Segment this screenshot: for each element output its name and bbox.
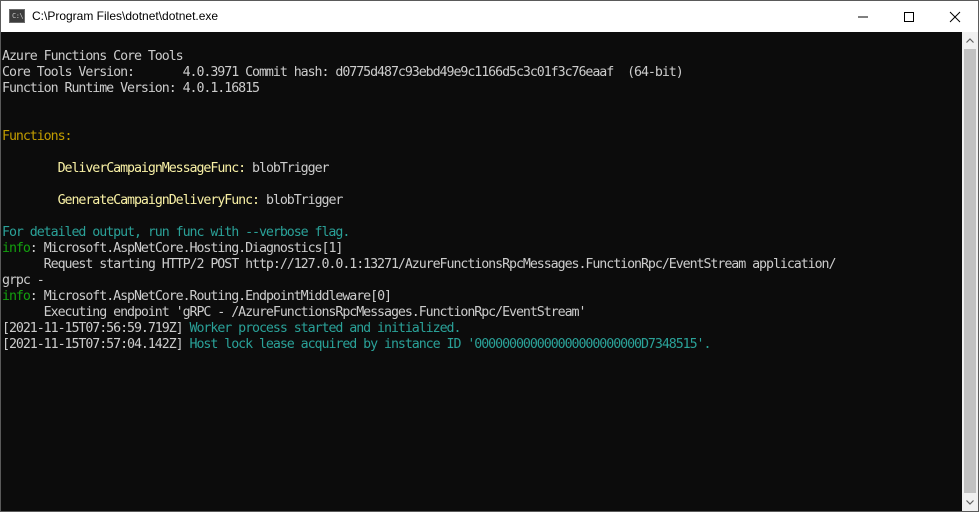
console-line: Executing endpoint 'gRPC - /AzureFunctio… [2,305,587,321]
vertical-scrollbar[interactable] [962,32,978,511]
console-text-segment: : Microsoft.AspNetCore.Hosting.Diagnosti… [29,241,344,256]
scroll-up-arrow-icon [966,38,974,43]
minimize-button[interactable] [840,1,886,32]
console-text-segment: [2021-11-15T07:57:04.142Z] [2,337,190,352]
console-app-icon[interactable]: C:\ [9,9,25,23]
console-text-segment: info [2,289,31,304]
console-text-segment: Host lock lease acquired by instance ID … [189,337,712,352]
console-text-segment: Executing endpoint 'gRPC - /AzureFunctio… [2,305,587,320]
console-text-segment: For detailed output, run func with --ver… [2,225,350,240]
console-line: [2021-11-15T07:57:04.142Z] Host lock lea… [2,337,712,353]
console-line: Functions: [2,129,73,145]
app-icon-glyph: C:\ [12,12,24,20]
console-text-segment: [2021-11-15T07:56:59.719Z] [2,321,190,336]
console-output[interactable]: Azure Functions Core Tools Core Tools Ver… [1,32,961,511]
console-line: grpc - [2,273,45,289]
console-text-segment: Worker process started and initialized. [189,321,462,336]
console-line: Azure Functions Core Tools [2,49,184,65]
console-text-segment: DeliverCampaignMessageFunc: [57,161,247,176]
console-line: info: Microsoft.AspNetCore.Routing.Endpo… [2,289,392,305]
title-bar[interactable]: C:\ C:\Program Files\dotnet\dotnet.exe [1,1,978,32]
console-line: Core Tools Version: 4.0.3971 Commit hash… [2,65,684,81]
console-text-segment: GenerateCampaignDeliveryFunc: [57,193,260,208]
close-icon [949,11,961,23]
scroll-down-button[interactable] [962,494,978,511]
scroll-down-arrow-icon [966,500,974,505]
console-line: [2021-11-15T07:56:59.719Z] Worker proces… [2,321,462,337]
console-text-segment: Request starting HTTP/2 POST http://127.… [2,257,837,272]
scrollbar-thumb[interactable] [964,49,976,493]
console-window: C:\ C:\Program Files\dotnet\dotnet.exe A… [0,0,979,512]
console-text-segment [2,193,58,208]
console-line: GenerateCampaignDeliveryFunc: blobTrigge… [2,193,344,209]
console-text-segment: blobTrigger [245,161,329,176]
console-line: Function Runtime Version: 4.0.1.16815 [2,81,260,97]
console-text-segment [2,161,58,176]
console-text-segment: Azure Functions Core Tools [2,49,184,64]
close-button[interactable] [932,1,978,32]
console-text-segment: Core Tools Version: 4.0.3971 Commit hash… [2,65,684,80]
console-line: info: Microsoft.AspNetCore.Hosting.Diagn… [2,241,344,257]
console-text-segment: info [2,241,31,256]
console-line: Request starting HTTP/2 POST http://127.… [2,257,837,273]
console-text-segment: grpc - [2,273,45,288]
window-title: C:\Program Files\dotnet\dotnet.exe [32,9,219,23]
maximize-icon [904,12,914,22]
console-text-segment: Functions: [2,129,73,144]
console-line: For detailed output, run func with --ver… [2,225,350,241]
console-text-segment: : Microsoft.AspNetCore.Routing.EndpointM… [29,289,392,304]
console-text-segment: blobTrigger [259,193,343,208]
console-text-segment: Function Runtime Version: 4.0.1.16815 [2,81,260,96]
maximize-button[interactable] [886,1,932,32]
scroll-up-button[interactable] [962,32,978,49]
console-line: DeliverCampaignMessageFunc: blobTrigger [2,161,330,177]
minimize-icon [858,16,868,18]
